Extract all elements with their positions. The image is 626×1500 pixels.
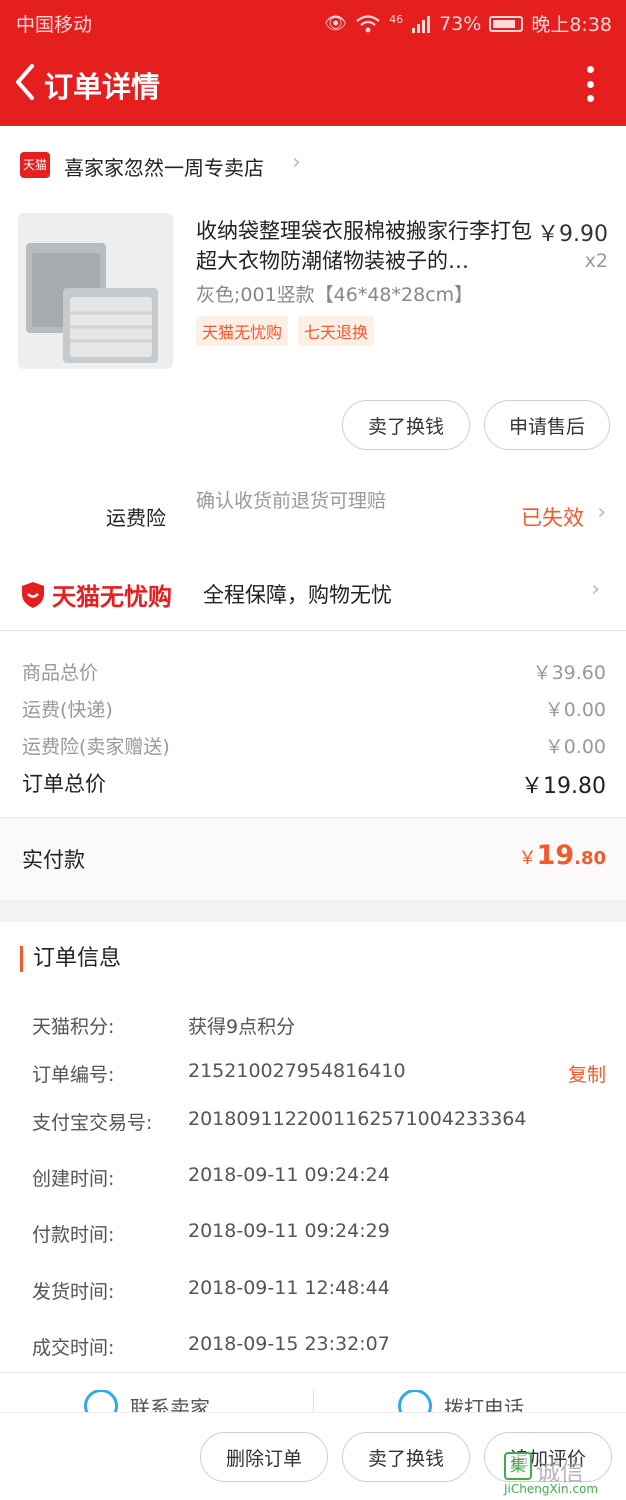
chevron-right-icon: › (292, 150, 301, 175)
paid-amount-row: 实付款 ￥19.80 (0, 818, 626, 900)
info-value: 2018-09-11 09:24:24 (188, 1164, 390, 1186)
back-arrow-icon[interactable] (10, 62, 40, 102)
status-icons: 👁 46 73% 晚上8:38 (324, 10, 612, 37)
network-label: 46 (389, 13, 404, 26)
product-tags: 天猫无忧购 七天退换 (196, 316, 375, 346)
apply-after-sale-button[interactable]: 申请售后 (484, 400, 610, 450)
battery-percent: 73% (439, 12, 482, 35)
product-spec: 灰色;001竖款【46*48*28cm】 (196, 284, 474, 306)
clock: 晚上8:38 (531, 14, 612, 36)
info-label: 订单编号: (32, 1064, 115, 1086)
paid-value: ￥19.80 (519, 840, 606, 871)
tmall-badge-icon: 天猫 (20, 152, 50, 178)
store-name: 喜家家忽然一周专卖店 (64, 156, 264, 180)
call-phone-label: 拨打电话 (444, 1395, 524, 1413)
contact-seller-button[interactable]: 联系卖家 (84, 1390, 210, 1412)
info-label: 付款时间: (32, 1224, 115, 1246)
section-gap (0, 900, 626, 922)
signal-icon (412, 15, 431, 33)
contact-seller-label: 联系卖家 (130, 1395, 210, 1413)
order-total-label: 订单总价 (22, 772, 106, 796)
call-phone-button[interactable]: 拨打电话 (398, 1390, 524, 1412)
carrier-label: 中国移动 (16, 14, 93, 36)
shipping-insurance-row[interactable]: 运费险 确认收货前退货可理赔 已失效 › (0, 480, 626, 550)
paid-dec: .80 (574, 848, 606, 869)
insurance-status: 已失效 (521, 506, 584, 530)
worry-free-logo-text: 天猫无忧购 (52, 583, 172, 611)
paid-currency: ￥ (518, 848, 537, 869)
watermark-logo: 集 (504, 1452, 532, 1480)
watermark-url: JiChengXin.com (504, 1482, 599, 1496)
eye-icon: 👁 (324, 13, 348, 34)
product-item[interactable]: 收纳袋整理袋衣服棉被搬家行李打包超大衣物防潮储物装被子的… ￥9.90 x2 灰… (0, 208, 626, 378)
info-value: 2018091122001162571004233364 (188, 1108, 527, 1130)
price-row-insurance: 运费险(卖家赠送) ￥0.00 (22, 732, 606, 759)
worry-free-text: 全程保障，购物无忧 (203, 583, 392, 607)
product-title: 收纳袋整理袋衣服棉被搬家行李打包超大衣物防潮储物装被子的… (196, 219, 532, 273)
product-quantity: x2 (584, 250, 608, 272)
info-label: 支付宝交易号: (32, 1112, 153, 1134)
product-thumbnail[interactable] (18, 213, 173, 369)
price-label: 商品总价 (22, 662, 99, 684)
order-total-row: 订单总价 ￥19.80 (22, 768, 606, 800)
info-value: 获得9点积分 (188, 1016, 296, 1038)
watermark: 集 诚信 JiChengXin.com (504, 1452, 618, 1498)
info-value: 215210027954816410 (188, 1060, 406, 1082)
battery-icon (489, 15, 524, 32)
price-label: 运费(快递) (22, 699, 113, 721)
insurance-description: 确认收货前退货可理赔 (196, 490, 387, 512)
info-value: 2018-09-11 12:48:44 (188, 1277, 390, 1299)
price-row-goods: 商品总价 ￥39.60 (22, 658, 606, 685)
store-row[interactable]: 天猫 喜家家忽然一周专卖店 › (0, 140, 626, 192)
price-value: ￥39.60 (532, 662, 606, 684)
divider (0, 630, 626, 631)
worry-free-row[interactable]: 天猫无忧购 全程保障，购物无忧 › (0, 565, 626, 625)
chevron-right-icon: › (591, 577, 600, 602)
phone-icon (398, 1390, 432, 1412)
chevron-right-icon: › (597, 500, 606, 525)
price-value: ￥0.00 (544, 736, 606, 758)
paid-label: 实付款 (22, 848, 85, 872)
info-label: 创建时间: (32, 1168, 115, 1190)
app-header: 中国移动 👁 46 73% 晚上8:38 订单详情 (0, 0, 626, 126)
price-row-shipping: 运费(快递) ￥0.00 (22, 695, 606, 722)
paid-int: 19 (536, 840, 575, 871)
info-value: 2018-09-11 09:24:29 (188, 1220, 390, 1242)
insurance-label: 运费险 (106, 506, 166, 530)
page-title: 订单详情 (44, 70, 161, 104)
order-info-title: 订单信息 (20, 946, 121, 972)
sell-for-cash-button[interactable]: 卖了换钱 (342, 1432, 470, 1482)
worry-free-logo: 天猫无忧购 (20, 577, 172, 612)
status-bar: 中国移动 👁 46 73% 晚上8:38 (0, 0, 626, 44)
tag-seven-day-return: 七天退换 (298, 316, 375, 346)
price-value: ￥0.00 (544, 699, 606, 721)
more-menu-icon[interactable] (584, 66, 596, 102)
info-label: 成交时间: (32, 1337, 115, 1359)
shield-icon (22, 581, 44, 608)
nav-bar: 订单详情 (0, 56, 626, 112)
order-total-value: ￥19.80 (521, 774, 606, 799)
price-label: 运费险(卖家赠送) (22, 736, 170, 758)
sell-for-cash-button[interactable]: 卖了换钱 (342, 400, 470, 450)
info-value: 2018-09-15 23:32:07 (188, 1333, 390, 1355)
tag-worry-free: 天猫无忧购 (196, 316, 289, 346)
wifi-icon (356, 14, 380, 32)
delete-order-button[interactable]: 删除订单 (200, 1432, 328, 1482)
copy-button[interactable]: 复制 (568, 1060, 606, 1087)
chat-icon (84, 1390, 118, 1412)
product-price: ￥9.90 (537, 222, 608, 247)
info-label: 发货时间: (32, 1281, 115, 1303)
info-label: 天猫积分: (32, 1016, 115, 1038)
storage-bag-image (18, 213, 173, 369)
